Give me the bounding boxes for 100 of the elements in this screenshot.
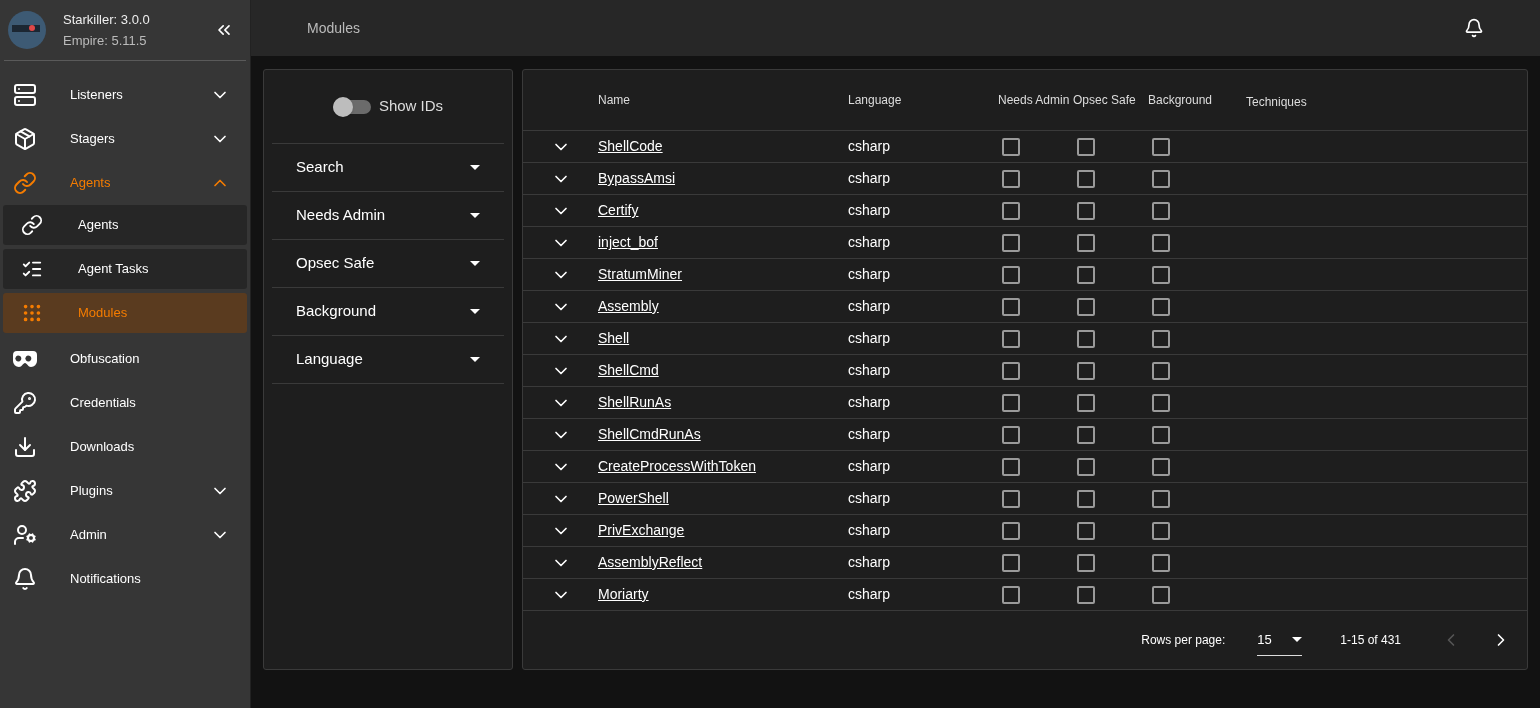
bell-icon (12, 567, 38, 591)
nav-subitem[interactable]: Agent Tasks (3, 249, 247, 289)
checkbox[interactable] (1152, 169, 1170, 188)
nav-item[interactable]: Obfuscation (0, 337, 250, 381)
checkbox[interactable] (1077, 393, 1095, 412)
checkbox[interactable] (1002, 425, 1020, 444)
bell-icon[interactable] (1464, 18, 1484, 38)
checkbox[interactable] (1152, 297, 1170, 316)
table-cell-text: csharp (848, 233, 892, 252)
checkbox[interactable] (1002, 233, 1020, 252)
checkbox[interactable] (1002, 521, 1020, 540)
checkbox[interactable] (1077, 233, 1095, 252)
table-cell-text: csharp (848, 521, 892, 540)
table-cell-text: csharp (848, 297, 892, 316)
checkbox[interactable] (1077, 297, 1095, 316)
checkbox[interactable] (1152, 425, 1170, 444)
nav-subitem[interactable]: Modules (3, 293, 247, 333)
module-link[interactable]: BypassAmsi (598, 170, 676, 186)
checkbox[interactable] (1002, 265, 1020, 284)
checkbox[interactable] (1077, 265, 1095, 284)
filter-dropdown[interactable]: Opsec Safe (272, 240, 504, 288)
module-link[interactable]: ShellCmdRunAs (598, 426, 701, 442)
module-link[interactable]: Moriarty (598, 586, 649, 602)
caret-icon (470, 165, 480, 170)
module-link[interactable]: CreateProcessWithToken (598, 458, 756, 474)
nav-item[interactable]: Notifications (0, 557, 250, 601)
checkbox[interactable] (1002, 585, 1020, 604)
page-range: 1-15 of 431 (1340, 632, 1401, 649)
checkbox[interactable] (1077, 425, 1095, 444)
module-link[interactable]: PowerShell (598, 490, 669, 506)
nav-subitem[interactable]: Agents (3, 205, 247, 245)
checkbox[interactable] (1077, 457, 1095, 476)
checkbox[interactable] (1077, 521, 1095, 540)
table-cell-text: csharp (848, 457, 892, 476)
nav-item[interactable]: Stagers (0, 117, 250, 161)
checkbox[interactable] (1002, 361, 1020, 380)
checkbox[interactable] (1077, 169, 1095, 188)
module-link[interactable]: ShellCode (598, 138, 663, 154)
checkbox[interactable] (1002, 137, 1020, 156)
rows-per-page-select[interactable]: 15 (1257, 623, 1303, 657)
checkbox[interactable] (1002, 329, 1020, 348)
module-link[interactable]: PrivExchange (598, 522, 685, 538)
toggle-switch[interactable] (332, 99, 371, 114)
checkbox[interactable] (1152, 233, 1170, 252)
checkbox[interactable] (1077, 489, 1095, 508)
nav-item[interactable]: Admin (0, 513, 250, 557)
link-icon (12, 171, 38, 195)
checkbox[interactable] (1002, 297, 1020, 316)
table-cell-text: csharp (848, 169, 892, 188)
toggle-label: Show IDs (378, 96, 444, 117)
module-link[interactable]: ShellRunAs (598, 394, 672, 410)
caret-icon (470, 261, 480, 266)
checkbox[interactable] (1002, 169, 1020, 188)
nav-item[interactable]: Downloads (0, 425, 250, 469)
server-icon (12, 83, 38, 107)
filter-dropdown[interactable]: Needs Admin (272, 192, 504, 240)
checkbox[interactable] (1152, 393, 1170, 412)
checkbox[interactable] (1002, 553, 1020, 572)
filter-dropdown[interactable]: Search (272, 144, 504, 192)
checkbox[interactable] (1077, 361, 1095, 380)
filter-dropdown[interactable]: Background (272, 288, 504, 336)
module-link[interactable]: inject_bof (598, 234, 658, 250)
checkbox[interactable] (1152, 329, 1170, 348)
nav-item[interactable]: Listeners (0, 73, 250, 117)
checkbox[interactable] (1077, 137, 1095, 156)
checkbox[interactable] (1077, 201, 1095, 220)
checkbox[interactable] (1152, 137, 1170, 156)
module-link[interactable]: Shell (598, 330, 630, 346)
checkbox[interactable] (1077, 329, 1095, 348)
module-link[interactable]: Assembly (598, 298, 659, 314)
checkbox[interactable] (1152, 201, 1170, 220)
nav-item[interactable]: Agents (0, 161, 250, 205)
filter-dropdown[interactable]: Language (272, 336, 504, 384)
checkbox[interactable] (1077, 553, 1095, 572)
checkbox[interactable] (1152, 265, 1170, 284)
table-cell-text: csharp (848, 553, 892, 572)
avatar-icon (8, 11, 46, 49)
checkbox[interactable] (1002, 201, 1020, 220)
table-cell-text: csharp (848, 201, 892, 220)
module-link[interactable]: StratumMiner (598, 266, 683, 282)
checkbox[interactable] (1077, 585, 1095, 604)
page-title: Modules (307, 18, 360, 38)
module-link[interactable]: AssemblyReflect (598, 554, 703, 570)
checkbox[interactable] (1152, 553, 1170, 572)
download-icon (12, 435, 38, 459)
module-link[interactable]: Certify (598, 202, 639, 218)
checkbox[interactable] (1152, 457, 1170, 476)
checkbox[interactable] (1152, 521, 1170, 540)
checkbox[interactable] (1002, 393, 1020, 412)
checkbox[interactable] (1002, 489, 1020, 508)
link-icon (19, 214, 45, 236)
nav-item[interactable]: Plugins (0, 469, 250, 513)
puzzle-icon (12, 479, 38, 503)
checkbox[interactable] (1152, 361, 1170, 380)
table-cell-text: csharp (848, 137, 892, 156)
checkbox[interactable] (1152, 489, 1170, 508)
module-link[interactable]: ShellCmd (598, 362, 659, 378)
checkbox[interactable] (1002, 457, 1020, 476)
checkbox[interactable] (1152, 585, 1170, 604)
nav-item[interactable]: Credentials (0, 381, 250, 425)
